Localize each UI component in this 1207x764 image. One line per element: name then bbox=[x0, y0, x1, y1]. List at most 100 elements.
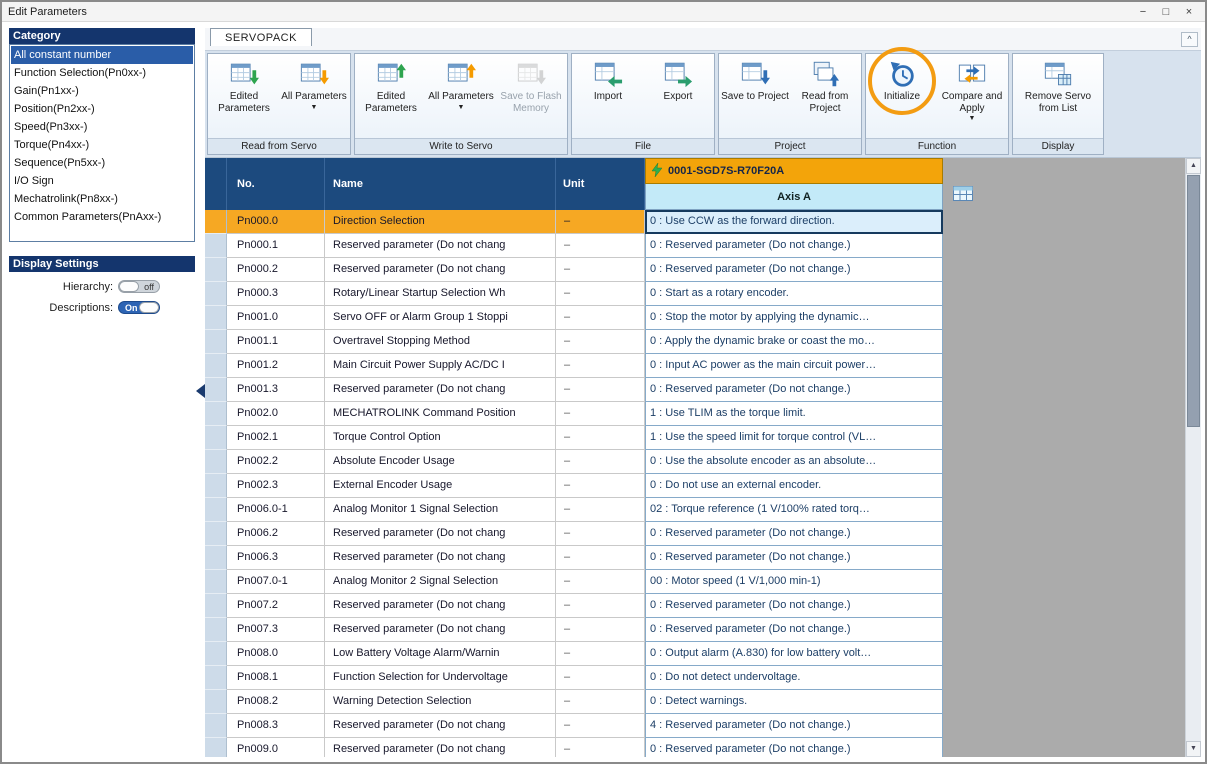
cell-value[interactable]: 0 : Reserved parameter (Do not change.) bbox=[645, 378, 943, 402]
cell-no[interactable]: Pn001.1 bbox=[227, 330, 325, 354]
cell-value[interactable]: 0 : Reserved parameter (Do not change.) bbox=[645, 546, 943, 570]
cell-value[interactable]: 0 : Reserved parameter (Do not change.) bbox=[645, 258, 943, 282]
cell-no[interactable]: Pn009.0 bbox=[227, 738, 325, 757]
cell-unit[interactable]: – bbox=[556, 354, 645, 378]
cell-value[interactable]: 0 : Stop the motor by applying the dynam… bbox=[645, 306, 943, 330]
cell-value[interactable]: 0 : Reserved parameter (Do not change.) bbox=[645, 738, 943, 757]
cell-name[interactable]: Torque Control Option bbox=[325, 426, 556, 450]
cell-no[interactable]: Pn006.0-1 bbox=[227, 498, 325, 522]
restore-icon[interactable]: □ bbox=[1156, 4, 1176, 20]
column-header-name[interactable]: Name bbox=[325, 158, 556, 210]
cell-value[interactable]: 0 : Use CCW as the forward direction. bbox=[645, 210, 943, 234]
cell-unit[interactable]: – bbox=[556, 570, 645, 594]
cell-no[interactable]: Pn002.0 bbox=[227, 402, 325, 426]
remove-servo-from-list-button[interactable]: Remove Servo from List bbox=[1014, 55, 1102, 137]
cell-unit[interactable]: – bbox=[556, 234, 645, 258]
dropdown-caret-icon[interactable]: ▼ bbox=[311, 104, 318, 111]
cell-no[interactable]: Pn008.0 bbox=[227, 642, 325, 666]
cell-unit[interactable]: – bbox=[556, 450, 645, 474]
category-item-all-constant-number[interactable]: All constant number bbox=[11, 46, 193, 64]
cell-value[interactable]: 0 : Reserved parameter (Do not change.) bbox=[645, 234, 943, 258]
initialize-button[interactable]: Initialize bbox=[867, 55, 937, 137]
category-item-function-selection-pn0xx[interactable]: Function Selection(Pn0xx-) bbox=[11, 64, 193, 82]
cell-name[interactable]: Reserved parameter (Do not chang bbox=[325, 714, 556, 738]
cell-unit[interactable]: – bbox=[556, 714, 645, 738]
scroll-down-icon[interactable]: ▼ bbox=[1186, 741, 1201, 757]
minimize-icon[interactable]: − bbox=[1133, 4, 1153, 20]
hierarchy-toggle[interactable]: off bbox=[118, 280, 160, 293]
cell-name[interactable]: Rotary/Linear Startup Selection Wh bbox=[325, 282, 556, 306]
cell-value[interactable]: 0 : Start as a rotary encoder. bbox=[645, 282, 943, 306]
cell-no[interactable]: Pn000.1 bbox=[227, 234, 325, 258]
cell-unit[interactable]: – bbox=[556, 258, 645, 282]
cell-name[interactable]: Reserved parameter (Do not chang bbox=[325, 546, 556, 570]
export-button[interactable]: Export bbox=[643, 55, 713, 137]
descriptions-toggle[interactable]: On bbox=[118, 301, 160, 314]
cell-name[interactable]: Servo OFF or Alarm Group 1 Stoppi bbox=[325, 306, 556, 330]
cell-name[interactable]: Absolute Encoder Usage bbox=[325, 450, 556, 474]
cell-name[interactable]: External Encoder Usage bbox=[325, 474, 556, 498]
cell-name[interactable]: Direction Selection bbox=[325, 210, 556, 234]
servo-list-grid-icon[interactable] bbox=[953, 186, 973, 204]
cell-unit[interactable]: – bbox=[556, 594, 645, 618]
cell-unit[interactable]: – bbox=[556, 282, 645, 306]
cell-unit[interactable]: – bbox=[556, 546, 645, 570]
servo-axis-header[interactable]: Axis A bbox=[645, 184, 943, 210]
save-to-project-button[interactable]: Save to Project bbox=[720, 55, 790, 137]
cell-name[interactable]: MECHATROLINK Command Position bbox=[325, 402, 556, 426]
import-button[interactable]: Import bbox=[573, 55, 643, 137]
cell-unit[interactable]: – bbox=[556, 522, 645, 546]
cell-no[interactable]: Pn000.0 bbox=[227, 210, 325, 234]
ribbon-collapse-icon[interactable]: ^ bbox=[1181, 32, 1198, 47]
dropdown-caret-icon[interactable]: ▼ bbox=[969, 115, 976, 122]
compare-and-apply-button[interactable]: Compare and Apply ▼ bbox=[937, 55, 1007, 137]
cell-unit[interactable]: – bbox=[556, 642, 645, 666]
category-item-gain-pn1xx[interactable]: Gain(Pn1xx-) bbox=[11, 82, 193, 100]
close-icon[interactable]: × bbox=[1179, 4, 1199, 20]
cell-value[interactable]: 1 : Use TLIM as the torque limit. bbox=[645, 402, 943, 426]
cell-no[interactable]: Pn007.0-1 bbox=[227, 570, 325, 594]
cell-no[interactable]: Pn000.2 bbox=[227, 258, 325, 282]
cell-unit[interactable]: – bbox=[556, 210, 645, 234]
dropdown-caret-icon[interactable]: ▼ bbox=[458, 104, 465, 111]
cell-no[interactable]: Pn002.1 bbox=[227, 426, 325, 450]
cell-no[interactable]: Pn008.2 bbox=[227, 690, 325, 714]
cell-value[interactable]: 0 : Reserved parameter (Do not change.) bbox=[645, 618, 943, 642]
cell-name[interactable]: Reserved parameter (Do not chang bbox=[325, 378, 556, 402]
cell-value[interactable]: 0 : Apply the dynamic brake or coast the… bbox=[645, 330, 943, 354]
cell-unit[interactable]: – bbox=[556, 426, 645, 450]
cell-unit[interactable]: – bbox=[556, 474, 645, 498]
cell-value[interactable]: 1 : Use the speed limit for torque contr… bbox=[645, 426, 943, 450]
cell-name[interactable]: Reserved parameter (Do not chang bbox=[325, 234, 556, 258]
cell-name[interactable]: Overtravel Stopping Method bbox=[325, 330, 556, 354]
cell-no[interactable]: Pn007.3 bbox=[227, 618, 325, 642]
category-item-common-parameters-pnaxx[interactable]: Common Parameters(PnAxx-) bbox=[11, 208, 193, 226]
cell-name[interactable]: Function Selection for Undervoltage bbox=[325, 666, 556, 690]
category-item-mechatrolink-pn8xx[interactable]: Mechatrolink(Pn8xx-) bbox=[11, 190, 193, 208]
cell-value[interactable]: 0 : Do not use an external encoder. bbox=[645, 474, 943, 498]
cell-value[interactable]: 02 : Torque reference (1 V/100% rated to… bbox=[645, 498, 943, 522]
cell-name[interactable]: Analog Monitor 1 Signal Selection bbox=[325, 498, 556, 522]
cell-unit[interactable]: – bbox=[556, 330, 645, 354]
category-item-i-o-sign[interactable]: I/O Sign bbox=[11, 172, 193, 190]
cell-unit[interactable]: – bbox=[556, 498, 645, 522]
cell-no[interactable]: Pn001.0 bbox=[227, 306, 325, 330]
category-item-speed-pn3xx[interactable]: Speed(Pn3xx-) bbox=[11, 118, 193, 136]
cell-unit[interactable]: – bbox=[556, 306, 645, 330]
column-header-unit[interactable]: Unit bbox=[556, 158, 645, 210]
cell-value[interactable]: 0 : Input AC power as the main circuit p… bbox=[645, 354, 943, 378]
cell-name[interactable]: Reserved parameter (Do not chang bbox=[325, 618, 556, 642]
column-header-no[interactable]: No. bbox=[227, 158, 325, 210]
tab-servopack[interactable]: SERVOPACK bbox=[210, 28, 312, 46]
read-from-project-button[interactable]: Read from Project bbox=[790, 55, 860, 137]
cell-no[interactable]: Pn006.2 bbox=[227, 522, 325, 546]
cell-no[interactable]: Pn001.2 bbox=[227, 354, 325, 378]
servo-id-header[interactable]: 0001-SGD7S-R70F20A bbox=[645, 158, 943, 184]
write-edited-parameters-button[interactable]: Edited Parameters bbox=[356, 55, 426, 137]
cell-no[interactable]: Pn008.3 bbox=[227, 714, 325, 738]
cell-no[interactable]: Pn007.2 bbox=[227, 594, 325, 618]
read-all-parameters-button[interactable]: All Parameters ▼ bbox=[279, 55, 349, 137]
cell-name[interactable]: Analog Monitor 2 Signal Selection bbox=[325, 570, 556, 594]
cell-value[interactable]: 00 : Motor speed (1 V/1,000 min-1) bbox=[645, 570, 943, 594]
cell-value[interactable]: 4 : Reserved parameter (Do not change.) bbox=[645, 714, 943, 738]
